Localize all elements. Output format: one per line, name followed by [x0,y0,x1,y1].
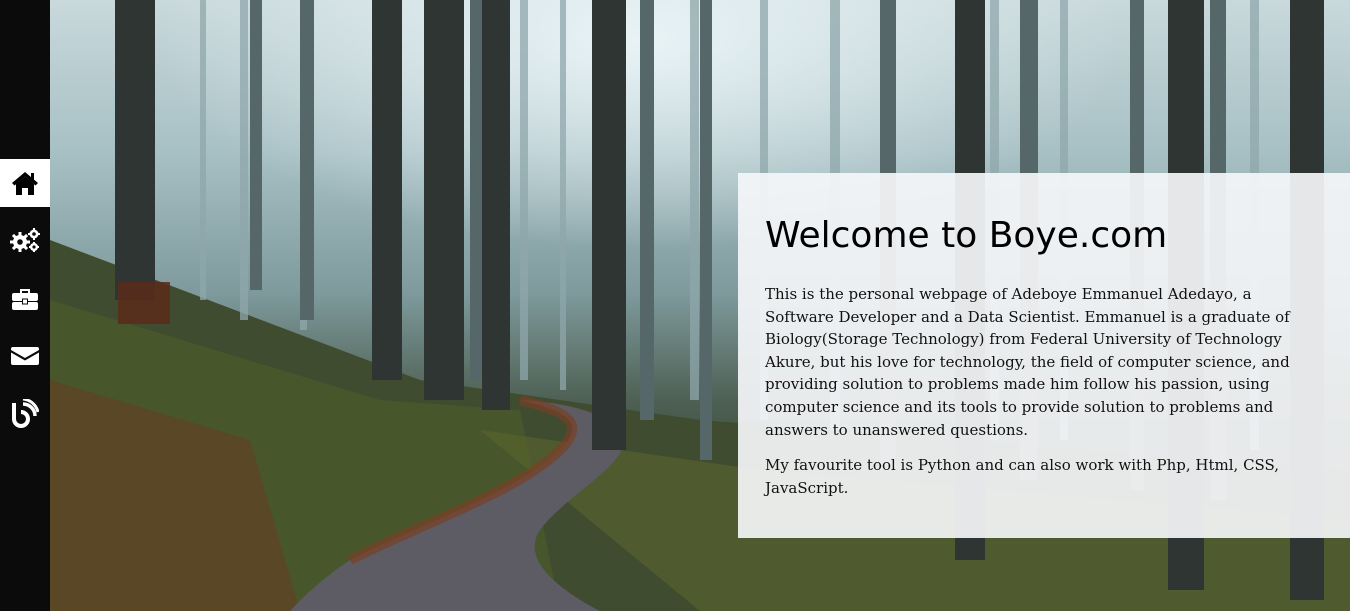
about-paragraph: This is the personal webpage of Adeboye … [765,285,1290,439]
home-icon [12,172,38,195]
tools-paragraph: My favourite tool is Python and can also… [765,456,1280,497]
briefcase-icon [12,289,38,310]
nav-item-portfolio[interactable] [0,274,50,322]
gears-icon [10,228,40,252]
nav-item-blog[interactable] [0,390,50,438]
nav-item-home[interactable] [0,159,50,207]
sidebar-nav [0,0,50,611]
page-title: Welcome to Boye.com [765,215,1168,256]
blog-icon [12,399,39,428]
envelope-icon [11,347,39,365]
nav-item-contact[interactable] [0,332,50,380]
nav-item-services[interactable] [0,216,50,264]
about-panel: Welcome to Boye.com This is the personal… [738,173,1350,538]
